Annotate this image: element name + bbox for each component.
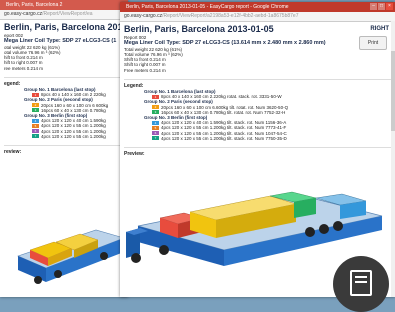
color-swatch: 5 <box>152 125 159 130</box>
color-swatch: 2 <box>152 105 159 110</box>
left-address-bar[interactable]: go.easy-cargo.cz/Report/ViewReport/ea <box>0 10 128 20</box>
right-address-path: /Report/ViewReport/a2198a53-e12f-4bb2-ae… <box>162 13 299 19</box>
right-legend-text: 4pcs 120 x 120 x 55 cm 1.200kg tilt. sta… <box>161 135 287 141</box>
left-legend-item: 7 4pcs 120 x 120 x 55 cm 1.200kg <box>4 134 124 139</box>
color-swatch: 1 <box>152 94 159 99</box>
right-tab-title: Berlin, Paris, Barcelona 2013-01-05 - Ea… <box>126 4 289 10</box>
right-divider <box>124 78 391 80</box>
left-address-path: /Report/ViewReport/ea <box>42 11 93 17</box>
left-titlebar[interactable]: Berlin, Paris, Barcelona 2 <box>0 0 128 10</box>
color-swatch: 5 <box>32 123 39 128</box>
color-swatch: 4 <box>152 120 159 125</box>
minimize-icon[interactable]: – <box>370 3 377 10</box>
color-swatch: 6 <box>152 131 159 136</box>
color-swatch: 2 <box>32 103 39 108</box>
print-button[interactable]: Print <box>359 36 387 50</box>
right-preview-label: Preview: <box>124 150 145 157</box>
right-divider <box>124 146 391 148</box>
color-swatch: 4 <box>32 118 39 123</box>
right-browser-window: Berlin, Paris, Barcelona 2013-01-05 - Ea… <box>120 2 395 297</box>
right-stat: Free meters 0.214 m <box>124 67 166 73</box>
right-address-bar[interactable]: go.easy-cargo.cz/Report/ViewReport/a2198… <box>120 12 395 22</box>
color-swatch: 3 <box>152 110 159 115</box>
color-swatch: 7 <box>152 136 159 141</box>
left-tab-title: Berlin, Paris, Barcelona 2 <box>6 2 63 8</box>
left-stat: ree meters 0.214 m <box>4 65 44 71</box>
left-legend-text: 4pcs 120 x 120 x 55 cm 1.200kg <box>41 133 106 139</box>
scrollbar-thumb[interactable] <box>391 51 395 131</box>
left-browser-window: Berlin, Paris, Barcelona 2 go.easy-cargo… <box>0 0 128 297</box>
right-report-title: Berlin, Paris, Barcelona 2013-01-05 <box>124 24 274 34</box>
right-report-content: Berlin, Paris, Barcelona 2013-01-05 Repo… <box>120 22 395 159</box>
left-report-content: Berlin, Paris, Barcelona 2013-0 eport 00… <box>0 20 128 157</box>
window-controls: – □ × <box>370 2 393 12</box>
right-legend-item: 7 4pcs 120 x 120 x 55 cm 1.200kg tilt. st… <box>124 136 391 141</box>
right-header-label: RIGHT <box>370 26 389 32</box>
left-truck-type: Mega Liner Coil Type: SDP 27 eLCG3-CS (1 <box>4 38 117 45</box>
right-address-host: go.easy-cargo.cz <box>124 13 163 19</box>
left-report-title: Berlin, Paris, Barcelona 2013-0 <box>4 22 128 32</box>
color-swatch: 3 <box>32 108 39 113</box>
scrollbar[interactable] <box>391 21 395 297</box>
color-swatch: 7 <box>32 134 39 139</box>
left-divider <box>4 144 124 146</box>
color-swatch: 6 <box>32 129 39 134</box>
right-titlebar[interactable]: Berlin, Paris, Barcelona 2013-01-05 - Ea… <box>120 2 395 12</box>
document-fab-button[interactable] <box>333 256 389 312</box>
left-divider <box>4 76 124 78</box>
left-truck-preview <box>17 229 125 284</box>
left-address-host: go.easy-cargo.cz <box>4 11 43 17</box>
document-icon <box>350 270 372 296</box>
close-icon[interactable]: × <box>386 3 393 10</box>
color-swatch: 1 <box>32 92 39 97</box>
left-preview-label: review: <box>4 148 22 155</box>
maximize-icon[interactable]: □ <box>378 3 385 10</box>
